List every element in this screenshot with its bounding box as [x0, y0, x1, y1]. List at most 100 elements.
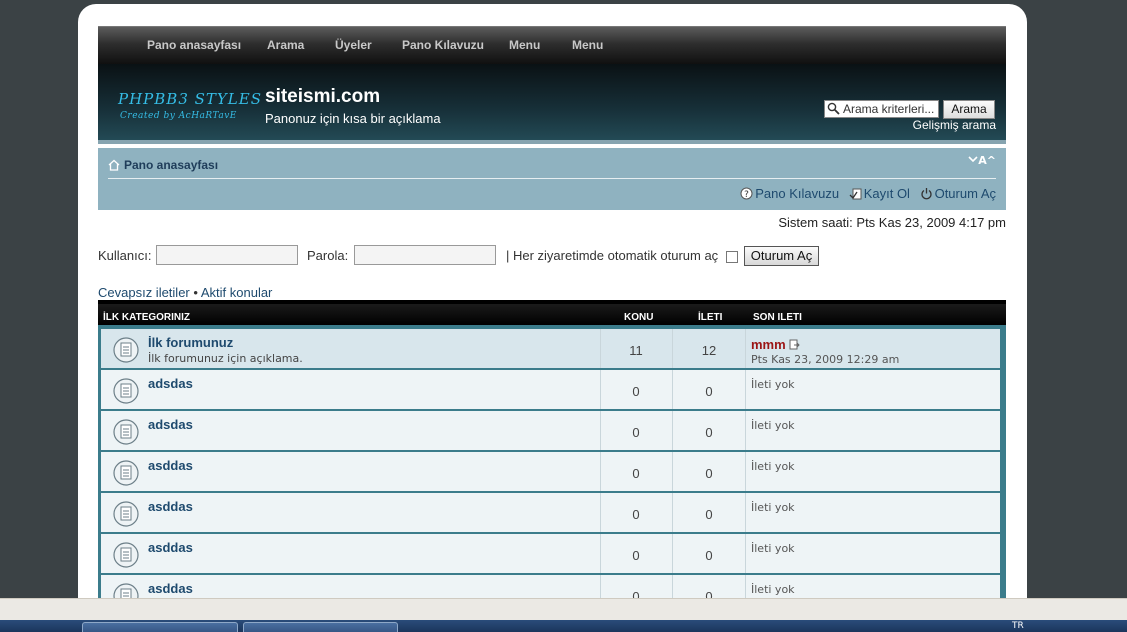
- taskbar-browser-window[interactable]: [82, 622, 238, 632]
- cell-divider: [672, 534, 673, 573]
- faq-link-label: Pano Kılavuzu: [755, 186, 840, 201]
- search-button[interactable]: Arama: [943, 100, 995, 119]
- forum-page: Pano anasayfası Arama Üyeler Pano Kılavu…: [78, 4, 1027, 608]
- quick-login-form: Kullanıcı: Parola: | Her ziyaretimde oto…: [98, 245, 1006, 269]
- no-posts-text: İleti yok: [751, 460, 795, 473]
- forum-post-count: 0: [705, 384, 713, 399]
- forum-title[interactable]: adsdas: [148, 417, 193, 432]
- forum-post-count: 0: [705, 425, 713, 440]
- advanced-search-link[interactable]: Gelişmiş arama: [913, 118, 996, 132]
- forum-topic-count: 0: [632, 548, 640, 563]
- forum-table-header: İLK KATEGORINIZ KONU İLETI SON ILETI: [98, 300, 1006, 325]
- forum-topic-count: 11: [629, 343, 643, 358]
- forum-last-post: mmm Pts Kas 23, 2009 12:29 am: [751, 337, 899, 366]
- forum-read-icon: [113, 542, 139, 568]
- last-post-date: Pts Kas 23, 2009 12:29 am: [751, 353, 900, 366]
- breadcrumb-divider: [108, 178, 996, 179]
- site-title[interactable]: siteismi.com: [265, 86, 380, 108]
- cell-divider: [600, 452, 601, 491]
- search-input[interactable]: Arama kriterleri...: [824, 100, 939, 118]
- nav-search[interactable]: Arama: [267, 38, 304, 52]
- cell-divider: [672, 411, 673, 450]
- system-time: Sistem saati: Pts Kas 23, 2009 4:17 pm: [778, 215, 1006, 230]
- faq-link[interactable]: ? Pano Kılavuzu: [740, 186, 842, 201]
- username-label: Kullanıcı:: [98, 248, 152, 263]
- register-link[interactable]: Kayıt Ol: [849, 186, 914, 201]
- autologin-checkbox[interactable]: [726, 251, 738, 263]
- category-title[interactable]: İLK KATEGORINIZ: [103, 312, 190, 323]
- login-link[interactable]: Oturum Aç: [920, 186, 996, 201]
- forum-row: adsdas 0 0 İleti yok: [101, 411, 1000, 450]
- col-lastpost-header: SON ILETI: [753, 312, 802, 323]
- register-icon: [849, 188, 862, 200]
- cell-divider: [672, 329, 673, 368]
- site-description: Panonuz için kısa bir açıklama: [265, 111, 441, 126]
- svg-text:?: ?: [744, 190, 749, 200]
- forum-title[interactable]: asddas: [148, 540, 193, 555]
- cell-divider: [745, 452, 746, 491]
- forum-title[interactable]: İlk forumunuz: [148, 335, 233, 350]
- taskbar-language[interactable]: TR: [1012, 621, 1024, 631]
- user-links: ? Pano Kılavuzu Kayıt Ol Oturum Aç: [734, 186, 996, 201]
- forum-title[interactable]: adsdas: [148, 376, 193, 391]
- browser-status-bar: [0, 598, 1127, 620]
- register-link-label: Kayıt Ol: [863, 186, 910, 201]
- site-logo-sub: Created by AcHaRTavE: [120, 111, 237, 121]
- password-input[interactable]: [354, 245, 496, 265]
- col-topics-header: KONU: [624, 312, 654, 323]
- nav-menu-1[interactable]: Menu: [509, 38, 540, 52]
- forum-title[interactable]: asddas: [148, 499, 193, 514]
- search-placeholder: Arama kriterleri...: [843, 102, 935, 116]
- forum-post-count: 0: [705, 548, 713, 563]
- font-size-toggle[interactable]: A^: [968, 154, 996, 167]
- cell-divider: [600, 370, 601, 409]
- forum-topic-count: 0: [632, 466, 640, 481]
- view-latest-post-icon[interactable]: [789, 339, 800, 350]
- last-post-author[interactable]: mmm: [751, 337, 786, 352]
- power-icon: [921, 188, 932, 200]
- cell-divider: [672, 493, 673, 532]
- forum-title[interactable]: asddas: [148, 581, 193, 596]
- cell-divider: [600, 534, 601, 573]
- cell-divider: [745, 370, 746, 409]
- no-posts-text: İleti yok: [751, 501, 795, 514]
- forum-read-icon: [113, 501, 139, 527]
- os-taskbar: TR: [0, 620, 1127, 632]
- taskbar-window-2[interactable]: [243, 622, 398, 632]
- cell-divider: [745, 534, 746, 573]
- top-nav: Pano anasayfası Arama Üyeler Pano Kılavu…: [98, 26, 1006, 64]
- forum-row: asddas 0 0 İleti yok: [101, 452, 1000, 491]
- forum-title[interactable]: asddas: [148, 458, 193, 473]
- nav-faq[interactable]: Pano Kılavuzu: [402, 38, 484, 52]
- forum-topic-count: 0: [632, 384, 640, 399]
- col-posts-header: İLETI: [698, 312, 723, 323]
- active-topics-link[interactable]: Aktif konular: [201, 285, 273, 300]
- password-label: Parola:: [307, 248, 349, 263]
- username-input[interactable]: [156, 245, 298, 265]
- forum-row: adsdas 0 0 İleti yok: [101, 370, 1000, 409]
- breadcrumb-home[interactable]: Pano anasayfası: [108, 158, 218, 172]
- nav-home[interactable]: Pano anasayfası: [147, 38, 241, 52]
- cell-divider: [672, 370, 673, 409]
- quick-links: Cevapsız iletiler • Aktif konular: [98, 285, 272, 300]
- font-size-label: A^: [978, 154, 996, 167]
- cell-divider: [600, 411, 601, 450]
- forum-post-count: 12: [701, 343, 717, 358]
- forum-row: asddas 0 0 İleti yok: [101, 493, 1000, 532]
- question-icon: ?: [740, 187, 753, 200]
- font-size-icon: [968, 156, 978, 163]
- cell-divider: [600, 329, 601, 368]
- cell-divider: [745, 493, 746, 532]
- home-icon: [108, 159, 120, 171]
- nav-members[interactable]: Üyeler: [335, 38, 372, 52]
- autologin-label: | Her ziyaretimde otomatik oturum aç: [506, 248, 719, 263]
- nav-menu-2[interactable]: Menu: [572, 38, 603, 52]
- forum-read-icon: [113, 378, 139, 404]
- unanswered-posts-link[interactable]: Cevapsız iletiler: [98, 285, 190, 300]
- breadcrumb-home-label: Pano anasayfası: [124, 158, 219, 172]
- forum-row: asddas 0 0 İleti yok: [101, 534, 1000, 573]
- site-logo[interactable]: PHPBB3 STYLES: [118, 90, 262, 108]
- site-header: PHPBB3 STYLES Created by AcHaRTavE sitei…: [98, 64, 1006, 144]
- breadcrumb-bar: Pano anasayfası A^ ? Pano Kılavuzu Kayıt…: [98, 148, 1006, 210]
- login-button[interactable]: Oturum Aç: [744, 246, 819, 266]
